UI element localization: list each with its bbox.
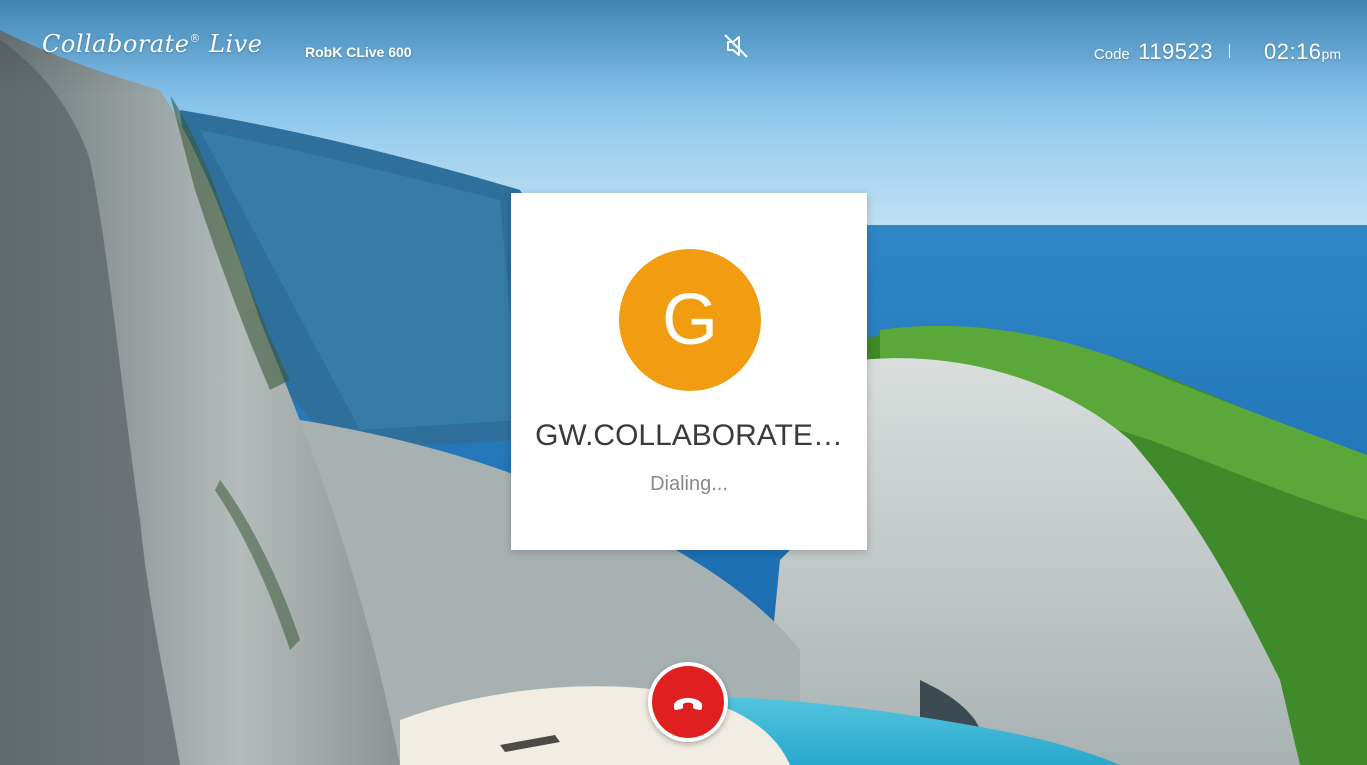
- call-status: Dialing...: [650, 473, 728, 495]
- hangup-button[interactable]: [648, 662, 728, 742]
- callee-name: GW.COLLABORATE…: [535, 419, 843, 452]
- hangup-button-face: [652, 666, 724, 738]
- brand-registered-mark: ®: [189, 32, 201, 45]
- device-name: RobK CLive 600: [305, 44, 412, 60]
- call-screen: Collaborate® Live RobK CLive 600 Code 11…: [0, 0, 1367, 765]
- speaker-muted-icon[interactable]: [722, 32, 750, 60]
- contact-avatar: G: [619, 249, 761, 391]
- code-label: Code: [1093, 46, 1130, 63]
- clock: 02:16pm: [1264, 39, 1341, 65]
- code-value: 119523: [1138, 39, 1213, 64]
- top-status-bar: Collaborate® Live RobK CLive 600 Code 11…: [0, 0, 1367, 96]
- dialing-card: G GW.COLLABORATE… Dialing...: [511, 193, 867, 550]
- meeting-code: Code 119523: [1094, 39, 1213, 65]
- brand-suffix: Live: [209, 30, 263, 58]
- brand-logo: Collaborate® Live: [42, 30, 262, 58]
- brand-name: Collaborate: [42, 30, 190, 58]
- phone-hangup-icon: [674, 698, 702, 710]
- clock-time: 02:16: [1263, 39, 1322, 64]
- clock-ampm: pm: [1321, 46, 1341, 62]
- divider: [1229, 44, 1230, 58]
